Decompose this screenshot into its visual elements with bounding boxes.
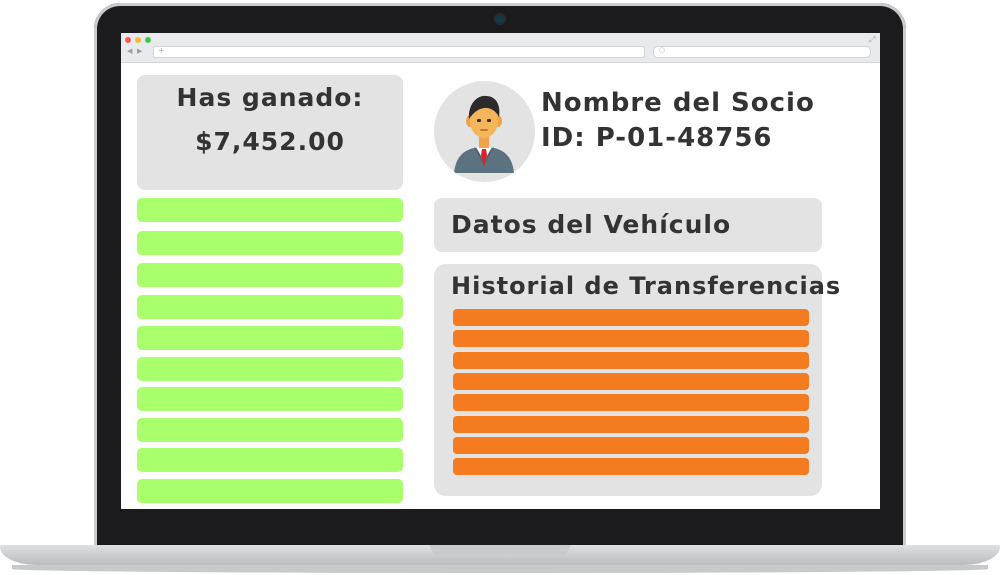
laptop-notch <box>430 545 570 555</box>
plus-icon[interactable]: + <box>158 46 165 55</box>
back-arrow-icon[interactable]: ◀ <box>127 46 132 56</box>
member-id: ID: P-01-48756 <box>541 123 773 153</box>
camera-icon <box>496 15 504 23</box>
list-item[interactable] <box>137 418 403 442</box>
vehicle-data-card[interactable]: Datos del Vehículo <box>434 198 822 252</box>
list-item[interactable] <box>137 295 403 319</box>
list-item[interactable] <box>137 479 403 503</box>
transfer-history-title: Historial de Transferencias <box>451 272 842 300</box>
address-bar[interactable]: + <box>153 46 645 58</box>
list-item[interactable] <box>137 198 403 222</box>
transfer-row[interactable] <box>453 394 809 411</box>
browser-toolbar: ◀ ▶ + ○ ⤢ <box>121 33 880 63</box>
laptop-screen: ◀ ▶ + ○ ⤢ Has ganado: $7,452.00 Nombre d… <box>121 33 880 509</box>
maximize-window-button[interactable] <box>145 37 151 43</box>
transfer-row[interactable] <box>453 309 809 326</box>
earnings-label: Has ganado: <box>176 83 364 112</box>
transfer-history-card: Historial de Transferencias <box>434 264 840 496</box>
transfer-row[interactable] <box>453 352 809 369</box>
list-item[interactable] <box>137 231 403 255</box>
forward-arrow-icon[interactable]: ▶ <box>137 46 142 56</box>
laptop-shadow <box>12 565 988 573</box>
vehicle-data-title: Datos del Vehículo <box>451 210 732 239</box>
member-name: Nombre del Socio <box>541 88 815 118</box>
expand-icon[interactable]: ⤢ <box>869 35 875 45</box>
transfer-row[interactable] <box>453 437 809 454</box>
list-item[interactable] <box>137 357 403 381</box>
close-window-button[interactable] <box>125 37 131 43</box>
earnings-card: Has ganado: $7,452.00 <box>137 75 403 190</box>
transfer-row[interactable] <box>453 416 809 433</box>
earnings-amount: $7,452.00 <box>195 127 345 156</box>
avatar <box>434 81 535 182</box>
list-item[interactable] <box>137 326 403 350</box>
businessman-avatar-icon <box>454 95 514 173</box>
search-icon: ○ <box>659 46 666 54</box>
list-item[interactable] <box>137 387 403 411</box>
list-item[interactable] <box>137 448 403 472</box>
list-item[interactable] <box>137 263 403 287</box>
transfer-row[interactable] <box>453 330 809 347</box>
transfer-row[interactable] <box>453 458 809 475</box>
minimize-window-button[interactable] <box>135 37 141 43</box>
browser-search-field[interactable]: ○ <box>653 46 871 58</box>
transfer-row[interactable] <box>453 373 809 390</box>
